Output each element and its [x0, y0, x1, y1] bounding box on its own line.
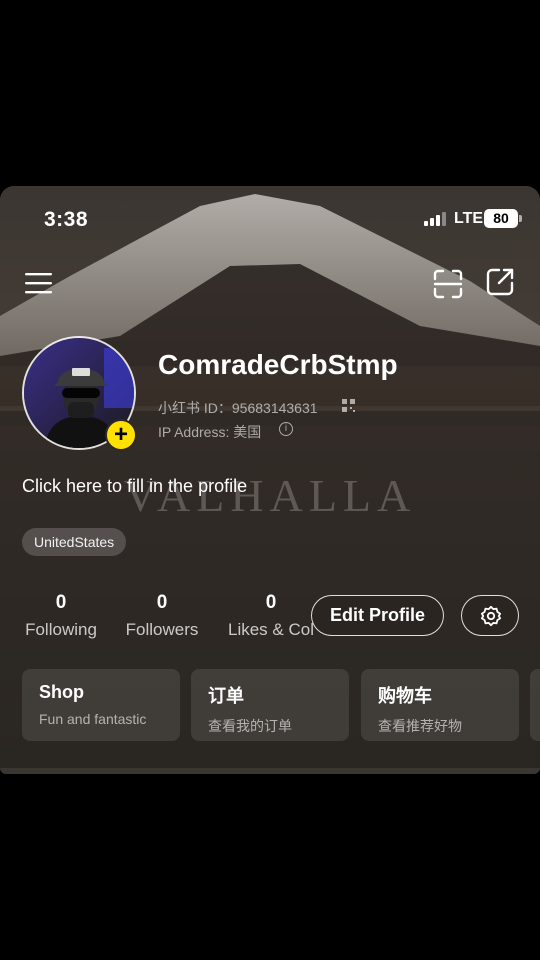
followers-label: Followers: [125, 620, 199, 639]
cart-card-title: 购物车: [378, 686, 432, 706]
following-count: 0: [55, 592, 67, 613]
scan-icon[interactable]: [432, 268, 464, 300]
shop-card-subtitle: Fun and fantastic: [39, 711, 147, 727]
orders-card-subtitle: 查看我的订单: [208, 718, 292, 734]
status-time: 3:38: [44, 208, 89, 231]
likes-label: Likes & Col: [228, 620, 314, 639]
info-icon[interactable]: i: [279, 422, 293, 436]
shop-card-title: Shop: [39, 682, 84, 702]
stat-followers[interactable]: 0 Followers: [122, 592, 202, 640]
add-avatar-button[interactable]: +: [105, 419, 137, 451]
following-label: Following: [25, 620, 97, 639]
top-nav: [0, 266, 540, 302]
battery-cap: [519, 215, 522, 222]
user-id: 小红书 ID：95683143631: [158, 400, 318, 416]
ip-address: IP Address: 美国: [158, 424, 262, 440]
content-divider: [0, 768, 540, 774]
signal-strength-icon: [424, 212, 446, 226]
share-icon[interactable]: [484, 266, 516, 298]
edit-profile-button[interactable]: Edit Profile: [311, 595, 444, 636]
stat-following[interactable]: 0 Following: [22, 592, 100, 640]
next-card-peek[interactable]: [530, 669, 540, 741]
username: ComradeCrbStmp: [158, 349, 398, 380]
battery-icon: 80: [484, 209, 518, 228]
network-type: LTE: [454, 210, 484, 227]
orders-card[interactable]: 订单 查看我的订单: [191, 669, 349, 741]
status-bar: 3:38 LTE 80: [0, 186, 540, 252]
qr-code-icon[interactable]: [342, 399, 355, 412]
location-tag: UnitedStates: [22, 528, 127, 556]
settings-button[interactable]: [461, 595, 519, 636]
orders-card-title: 订单: [208, 686, 244, 706]
hamburger-menu-icon[interactable]: [24, 270, 54, 296]
followers-count: 0: [156, 592, 168, 613]
shop-card[interactable]: Shop Fun and fantastic: [22, 669, 180, 741]
cart-card[interactable]: 购物车 查看推荐好物: [361, 669, 519, 741]
profile-screen: VALHALLA 3:38 LTE 80 + ComradeCrbStmp 小红…: [0, 186, 540, 774]
stat-likes[interactable]: 0 Likes & Col: [224, 592, 318, 640]
likes-count: 0: [265, 592, 277, 613]
fill-profile-link[interactable]: Click here to fill in the profile: [22, 476, 247, 497]
gear-icon: [480, 605, 502, 627]
cart-card-subtitle: 查看推荐好物: [378, 718, 462, 734]
